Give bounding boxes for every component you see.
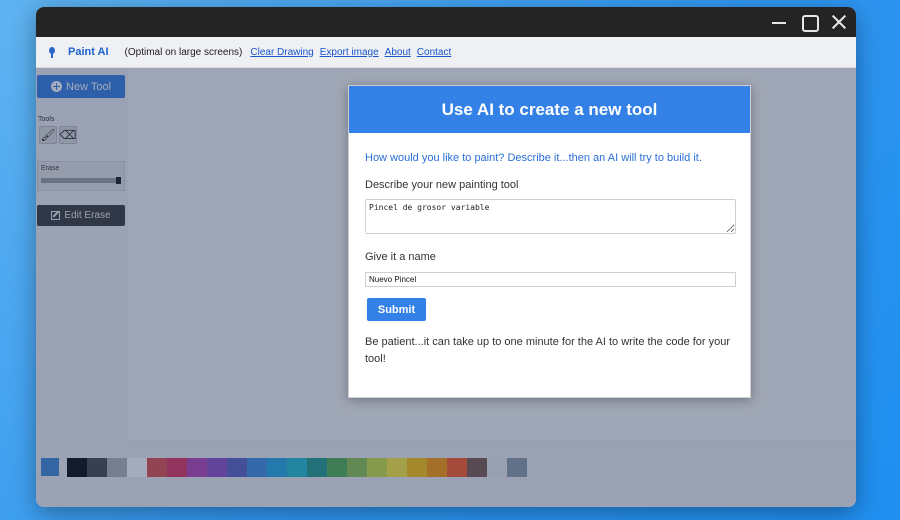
tool-description-input[interactable]: Pincel de grosor variable [365,199,736,234]
dialog-body: How would you like to paint? Describe it… [349,133,750,368]
minimize-icon[interactable] [770,13,788,31]
new-tool-dialog: Use AI to create a new tool How would yo… [348,85,751,398]
clear-drawing-link[interactable]: Clear Drawing [250,47,313,58]
about-link[interactable]: About [385,47,411,58]
contact-link[interactable]: Contact [417,47,451,58]
title-bar [36,7,856,37]
close-icon[interactable] [830,13,848,31]
app-subtitle: (Optimal on large screens) [124,46,243,58]
patience-note: Be patient...it can take up to one minut… [365,336,731,365]
app-window: Paint AI (Optimal on large screens) Clea… [36,7,856,507]
tool-name-input[interactable] [365,272,736,287]
submit-button[interactable]: Submit [367,298,426,321]
export-image-link[interactable]: Export image [320,47,379,58]
menubar: Paint AI (Optimal on large screens) Clea… [36,37,856,68]
window-controls [770,7,848,37]
name-label: Give it a name [365,251,436,263]
dialog-intro: How would you like to paint? Describe it… [365,152,702,164]
app-name: Paint AI [68,46,109,58]
paint-logo-icon [46,46,58,58]
describe-label: Describe your new painting tool [365,179,519,191]
dialog-title: Use AI to create a new tool [349,86,750,133]
maximize-icon[interactable] [800,13,819,32]
